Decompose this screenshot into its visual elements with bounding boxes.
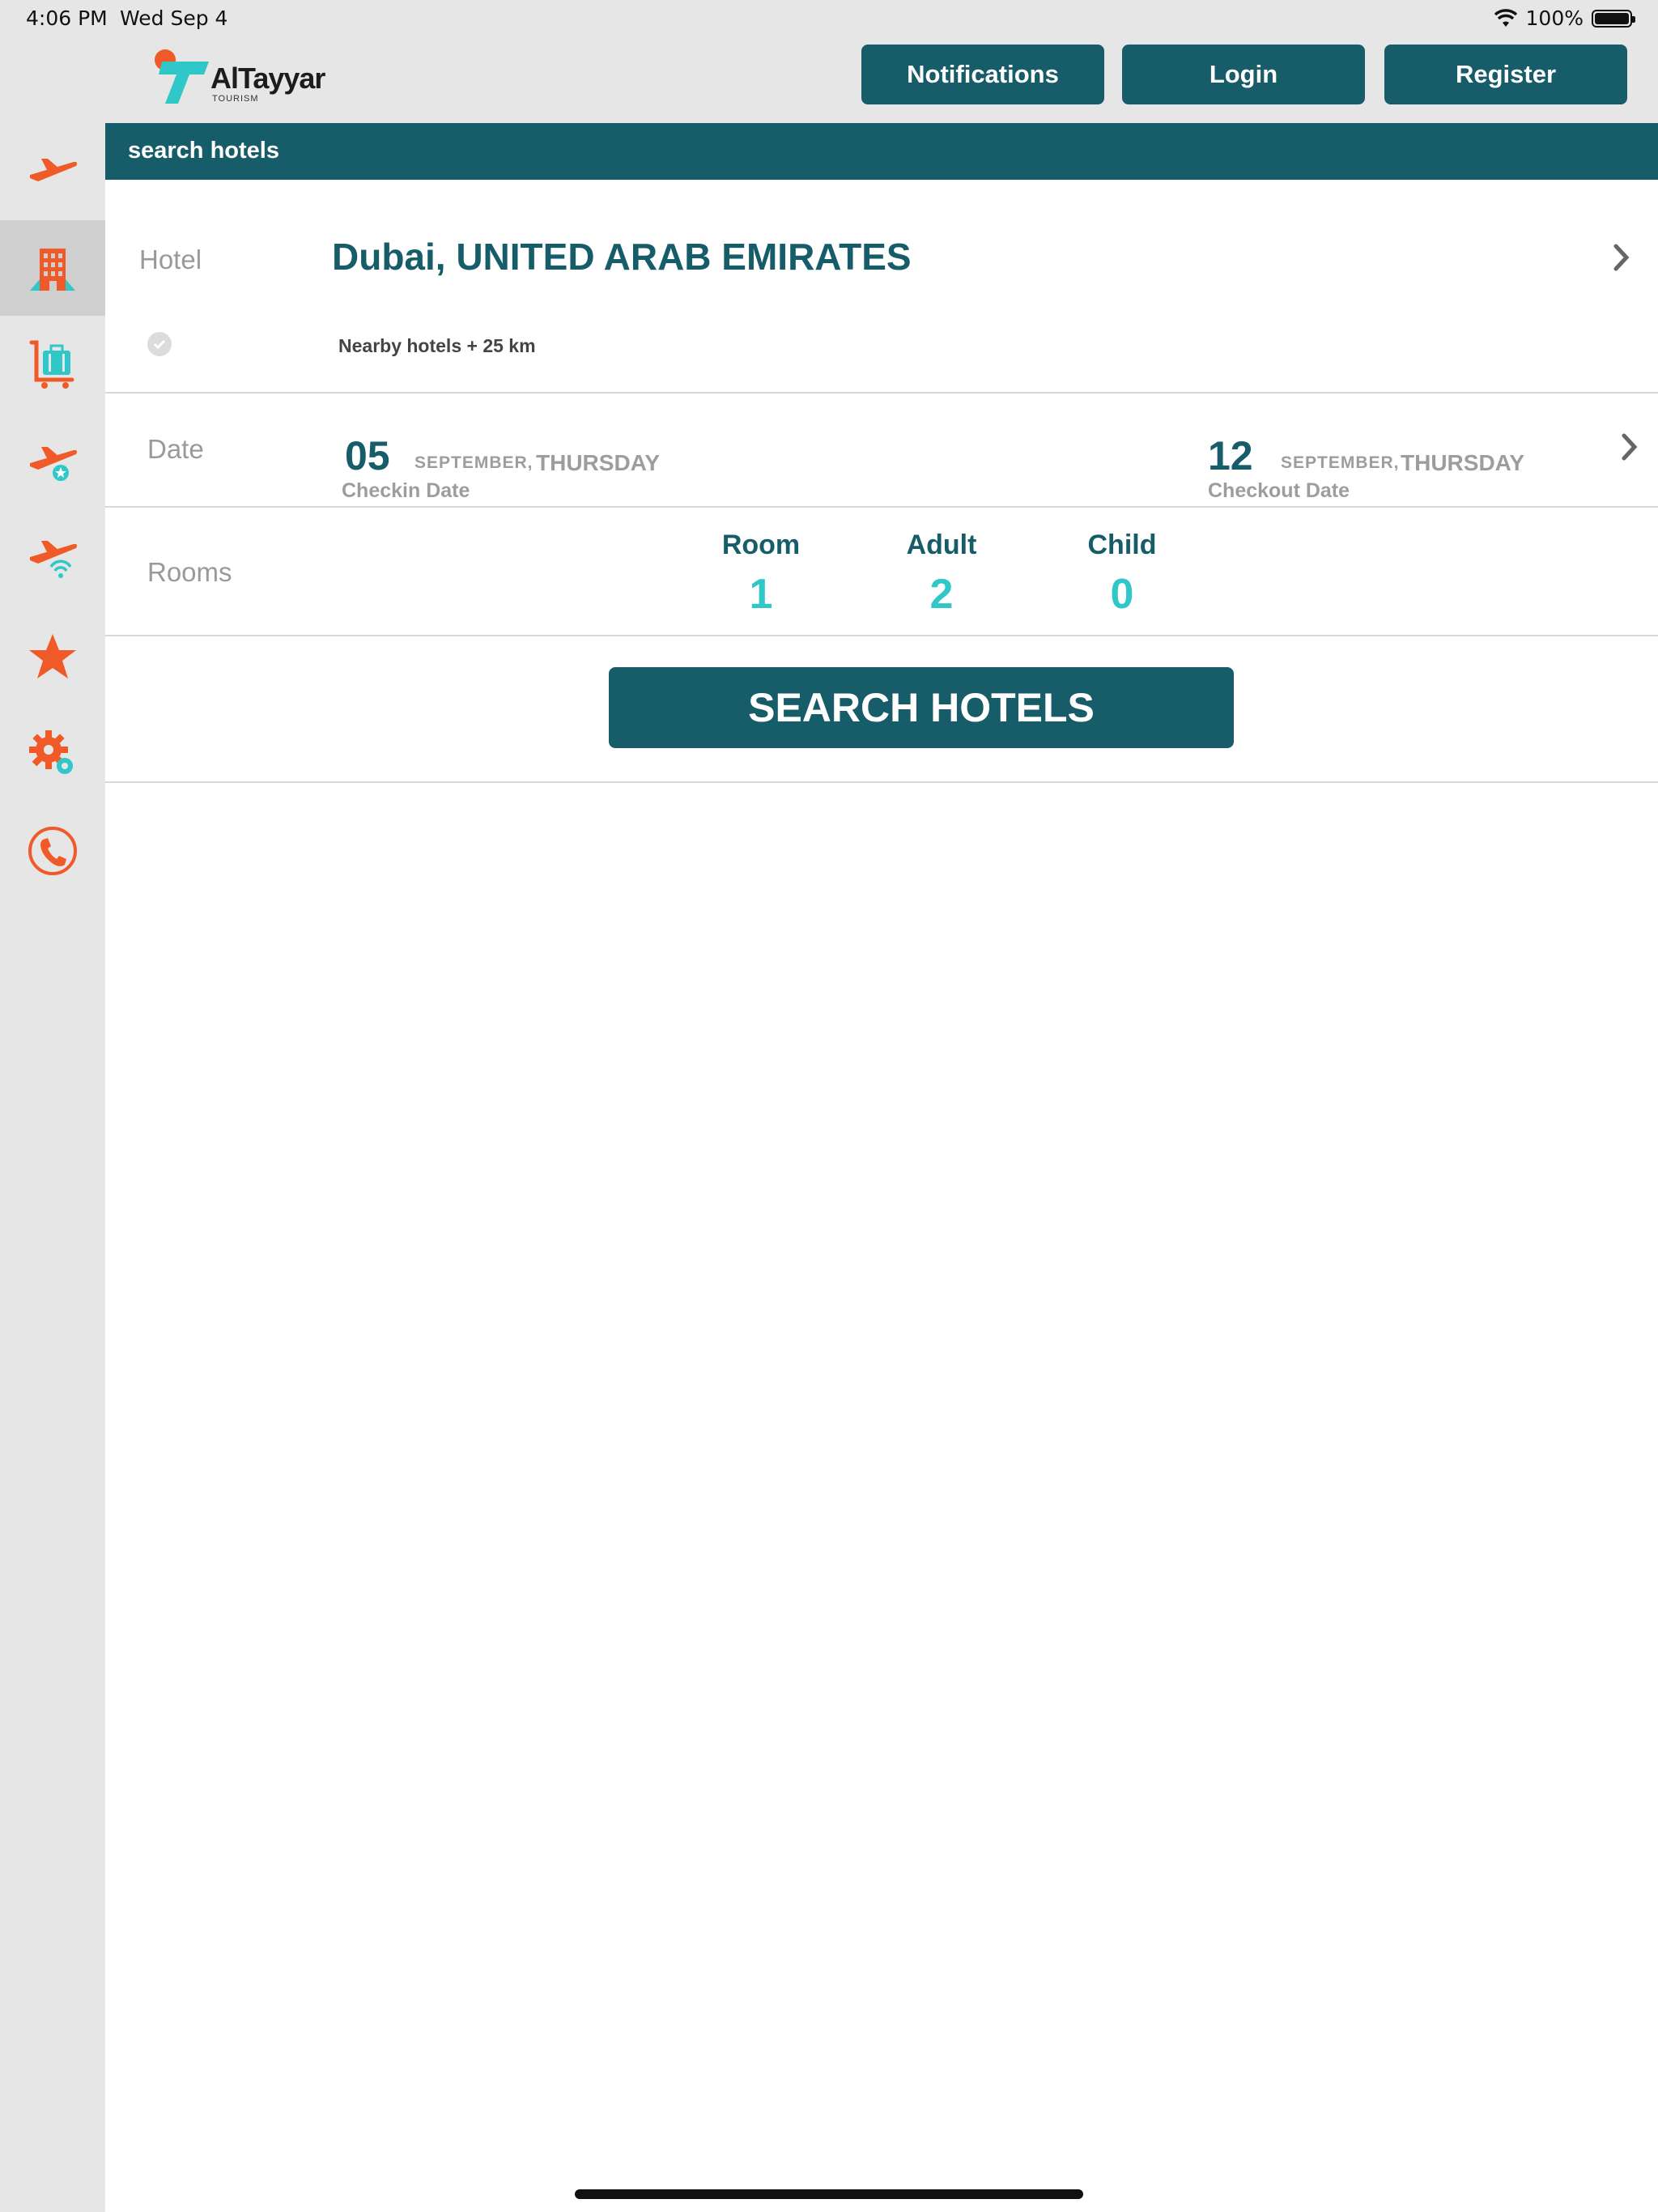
- plane-star-icon: [30, 447, 77, 481]
- sidebar: [0, 123, 105, 2212]
- notifications-button[interactable]: Notifications: [861, 45, 1104, 104]
- register-button[interactable]: Register: [1384, 45, 1627, 104]
- sidebar-item-favorites[interactable]: [0, 609, 105, 704]
- child-count-label: Child: [1087, 530, 1157, 560]
- chevron-right-icon[interactable]: [1621, 432, 1639, 462]
- gear-icon: [29, 730, 73, 774]
- checkin-weekday: THURSDAY: [536, 450, 660, 475]
- checkout-day[interactable]: 12: [1208, 432, 1253, 479]
- page-title: search hotels: [128, 138, 279, 164]
- checkout-caption: Checkout Date: [1208, 479, 1350, 502]
- divider: [105, 506, 1658, 508]
- login-button[interactable]: Login: [1122, 45, 1365, 104]
- altayyar-logo[interactable]: AlTayyar TOURISM: [151, 47, 337, 108]
- search-hotels-button[interactable]: SEARCH HOTELS: [609, 667, 1234, 748]
- status-indicators: 100%: [1494, 6, 1635, 30]
- hotel-label: Hotel: [139, 245, 202, 274]
- status-date: Wed Sep 4: [120, 6, 228, 30]
- nearby-check-icon[interactable]: [147, 332, 172, 356]
- checkout-weekday: THURSDAY: [1401, 450, 1524, 475]
- checkout-month: SEPTEMBER,: [1281, 453, 1400, 472]
- app-header: AlTayyar TOURISM Notifications Login Reg…: [0, 39, 1658, 123]
- chevron-right-icon[interactable]: [1613, 243, 1630, 272]
- room-count-label: Room: [721, 530, 801, 560]
- plane-wifi-icon: [30, 541, 77, 578]
- sidebar-item-flights[interactable]: [0, 123, 105, 217]
- sidebar-item-flight-status[interactable]: [0, 512, 105, 607]
- logo-text: AlTayyar: [210, 62, 325, 95]
- logo-subtext: TOURISM: [212, 94, 259, 104]
- sidebar-item-contact[interactable]: [0, 803, 105, 899]
- page-title-bar: search hotels: [105, 123, 1658, 180]
- battery-icon: [1592, 9, 1635, 28]
- luggage-cart-icon: [29, 340, 74, 389]
- adult-count-label: Adult: [906, 530, 977, 560]
- divider: [105, 635, 1658, 636]
- sidebar-item-flight-offers[interactable]: [0, 415, 105, 510]
- checkin-day[interactable]: 05: [345, 432, 390, 479]
- wifi-icon: [1494, 8, 1517, 27]
- battery-percent: 100%: [1525, 6, 1584, 30]
- sidebar-item-hotels[interactable]: [0, 220, 105, 316]
- date-label: Date: [147, 434, 204, 464]
- status-time: 4:06 PM: [26, 6, 108, 30]
- star-icon: [29, 634, 76, 678]
- hotel-destination[interactable]: Dubai, UNITED ARAB EMIRATES: [332, 235, 912, 279]
- checkin-month: SEPTEMBER,: [414, 453, 534, 472]
- room-count-value[interactable]: 1: [688, 570, 834, 619]
- child-count-value[interactable]: 0: [1049, 570, 1195, 619]
- rooms-label: Rooms: [147, 557, 232, 587]
- divider: [105, 392, 1658, 393]
- adult-count-value[interactable]: 2: [869, 570, 1014, 619]
- plane-icon: [30, 159, 77, 181]
- checkin-caption: Checkin Date: [342, 479, 470, 502]
- phone-icon: [28, 827, 77, 875]
- home-indicator[interactable]: [575, 2189, 1083, 2199]
- sidebar-item-settings[interactable]: [0, 706, 105, 802]
- divider: [105, 781, 1658, 783]
- sidebar-item-packages[interactable]: [0, 317, 105, 413]
- logo-mark-icon: [155, 49, 209, 104]
- status-bar: 4:06 PM Wed Sep 4 100%: [0, 0, 1658, 39]
- hotel-building-icon: [30, 249, 75, 291]
- nearby-hotels-label[interactable]: Nearby hotels + 25 km: [338, 335, 536, 357]
